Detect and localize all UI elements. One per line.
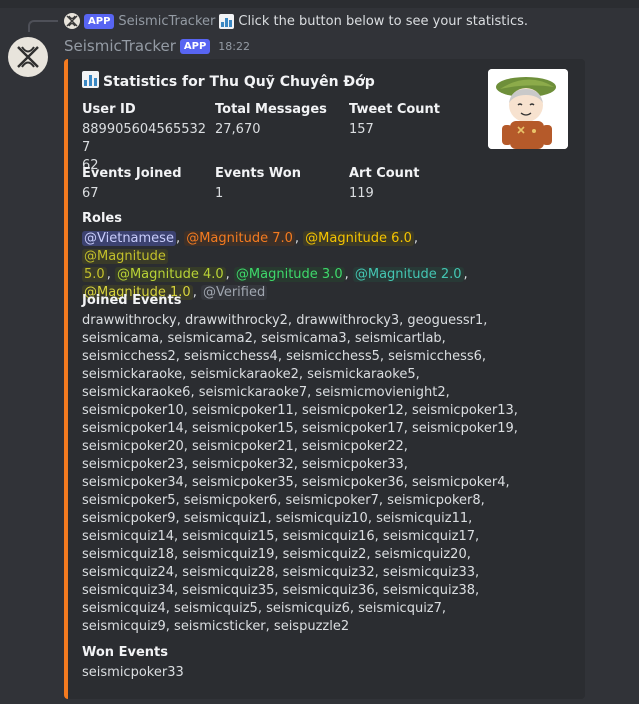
joined-events-line: seismicchess2, seismicchess4, seismicche… bbox=[82, 349, 487, 364]
joined-events-line: seismicquiz18, seismicquiz19, seismicqui… bbox=[82, 547, 471, 562]
role-separator: , bbox=[413, 231, 418, 246]
joined-events-line: seismicpoker20, seismicpoker21, seismicp… bbox=[82, 439, 408, 454]
joined-events-line: seismicpoker14, seismicpoker15, seismicp… bbox=[82, 421, 518, 436]
author-name[interactable]: SeismicTracker bbox=[64, 37, 176, 55]
embed-title: Statistics for Thu Quỹ Chuyên Đớp bbox=[82, 71, 375, 90]
field-user-id: User ID 8899056045655327 62 bbox=[82, 101, 212, 175]
field-name: Roles bbox=[82, 211, 122, 226]
joined-events-line: seismicquiz24, seismicquiz28, seismicqui… bbox=[82, 565, 480, 580]
role-mention[interactable]: @Magnitude 6.0 bbox=[303, 231, 414, 246]
role-mention[interactable]: @Magnitude 7.0 bbox=[184, 231, 295, 246]
joined-events-line: seismicquiz9, seismicsticker, seispuzzle… bbox=[82, 619, 350, 634]
reply-text[interactable]: Click the button below to see your stati… bbox=[238, 14, 528, 29]
joined-events-line: seismicpoker23, seismicpoker32, seismicp… bbox=[82, 457, 408, 472]
role-mention[interactable]: @Vietnamese bbox=[82, 231, 176, 246]
role-separator: , bbox=[463, 267, 468, 282]
field-value: 67 bbox=[82, 186, 99, 201]
field-value-line: 8899056045655327 bbox=[82, 122, 207, 155]
reply-reference[interactable]: APP SeismicTracker Click the button belo… bbox=[64, 13, 528, 29]
message-timestamp[interactable]: 18:22 bbox=[218, 40, 250, 53]
channel-top-edge bbox=[0, 0, 639, 8]
field-name: Art Count bbox=[349, 166, 420, 181]
role-mention[interactable]: @Magnitude 4.0 bbox=[114, 267, 226, 282]
role-mention[interactable]: @Magnitude 2.0 bbox=[352, 267, 464, 282]
field-value: 27,670 bbox=[215, 122, 261, 137]
cartoon-character-image bbox=[488, 69, 568, 149]
reply-bot-name[interactable]: SeismicTracker bbox=[118, 14, 215, 29]
role-mention[interactable]: @Magnitude bbox=[82, 249, 168, 264]
message-header: SeismicTracker APP 18:22 bbox=[64, 37, 250, 55]
reply-avatar[interactable] bbox=[64, 13, 80, 29]
bar-chart-icon bbox=[82, 71, 99, 88]
field-roles: Roles @Vietnamese, @Magnitude 7.0, @Magn… bbox=[82, 210, 482, 302]
joined-events-line: seismicquiz14, seismicquiz15, seismicqui… bbox=[82, 529, 480, 544]
field-events-won: Events Won 1 bbox=[215, 165, 345, 203]
bot-avatar[interactable] bbox=[8, 37, 48, 77]
role-mention[interactable]: @Magnitude 3.0 bbox=[233, 267, 345, 282]
joined-events-line: seismicpoker34, seismicpoker35, seismicp… bbox=[82, 475, 510, 490]
role-separator: , bbox=[344, 267, 353, 282]
field-joined-events: Joined Events drawwithrocky, drawwithroc… bbox=[82, 292, 518, 636]
field-value: 119 bbox=[349, 186, 374, 201]
field-name: Events Won bbox=[215, 166, 301, 181]
role-separator: , bbox=[175, 231, 185, 246]
stats-embed: Statistics for Thu Quỹ Chuyên Đớp User I… bbox=[64, 59, 585, 699]
joined-events-line: seismicpoker5, seismicpoker6, seismicpok… bbox=[82, 493, 485, 508]
joined-events-list: drawwithrocky, drawwithrocky2, drawwithr… bbox=[82, 312, 518, 636]
field-name: Won Events bbox=[82, 645, 168, 660]
reply-app-tag: APP bbox=[84, 13, 115, 29]
roles-line: @Vietnamese, @Magnitude 7.0, @Magnitude … bbox=[82, 230, 482, 266]
joined-events-line: seismicpoker10, seismicpoker11, seismicp… bbox=[82, 403, 518, 418]
field-value: 1 bbox=[215, 186, 224, 201]
won-events-list: seismicpoker33 bbox=[82, 664, 502, 682]
joined-events-line: seismickaraoke, seismickaraoke2, seismic… bbox=[82, 367, 420, 382]
field-name: Events Joined bbox=[82, 166, 182, 181]
role-separator: , bbox=[106, 267, 115, 282]
app-tag: APP bbox=[179, 38, 211, 54]
won-events-line: seismicpoker33 bbox=[82, 665, 184, 680]
joined-events-line: seismicquiz34, seismicquiz35, seismicqui… bbox=[82, 583, 480, 598]
joined-events-line: seismicquiz4, seismicquiz5, seismicquiz6… bbox=[82, 601, 447, 616]
role-separator: , bbox=[294, 231, 304, 246]
roles-line: 5.0, @Magnitude 4.0, @Magnitude 3.0, @Ma… bbox=[82, 266, 482, 284]
role-separator: , bbox=[225, 267, 234, 282]
bar-chart-icon bbox=[219, 13, 235, 29]
field-tweet-count: Tweet Count 157 bbox=[349, 101, 479, 139]
embed-thumbnail[interactable] bbox=[488, 69, 568, 149]
field-won-events: Won Events seismicpoker33 bbox=[82, 644, 502, 682]
field-name: Tweet Count bbox=[349, 102, 441, 117]
field-events-joined: Events Joined 67 bbox=[82, 165, 212, 203]
field-name: User ID bbox=[82, 102, 136, 117]
joined-events-line: seismicama, seismicama2, seismicama3, se… bbox=[82, 331, 446, 346]
reply-spine bbox=[28, 20, 58, 32]
field-art-count: Art Count 119 bbox=[349, 165, 479, 203]
field-total-messages: Total Messages 27,670 bbox=[215, 101, 345, 139]
seismic-logo-icon bbox=[17, 46, 39, 68]
embed-title-text: Statistics for Thu Quỹ Chuyên Đớp bbox=[103, 74, 375, 90]
field-name: Total Messages bbox=[215, 102, 327, 117]
joined-events-line: drawwithrocky, drawwithrocky2, drawwithr… bbox=[82, 313, 488, 328]
joined-events-line: seismickaraoke6, seismickaraoke7, seismi… bbox=[82, 385, 450, 400]
field-name: Joined Events bbox=[82, 293, 182, 308]
joined-events-line: seismicpoker9, seismicquiz1, seismicquiz… bbox=[82, 511, 473, 526]
role-mention[interactable]: 5.0 bbox=[82, 267, 107, 282]
field-value: 157 bbox=[349, 122, 374, 137]
